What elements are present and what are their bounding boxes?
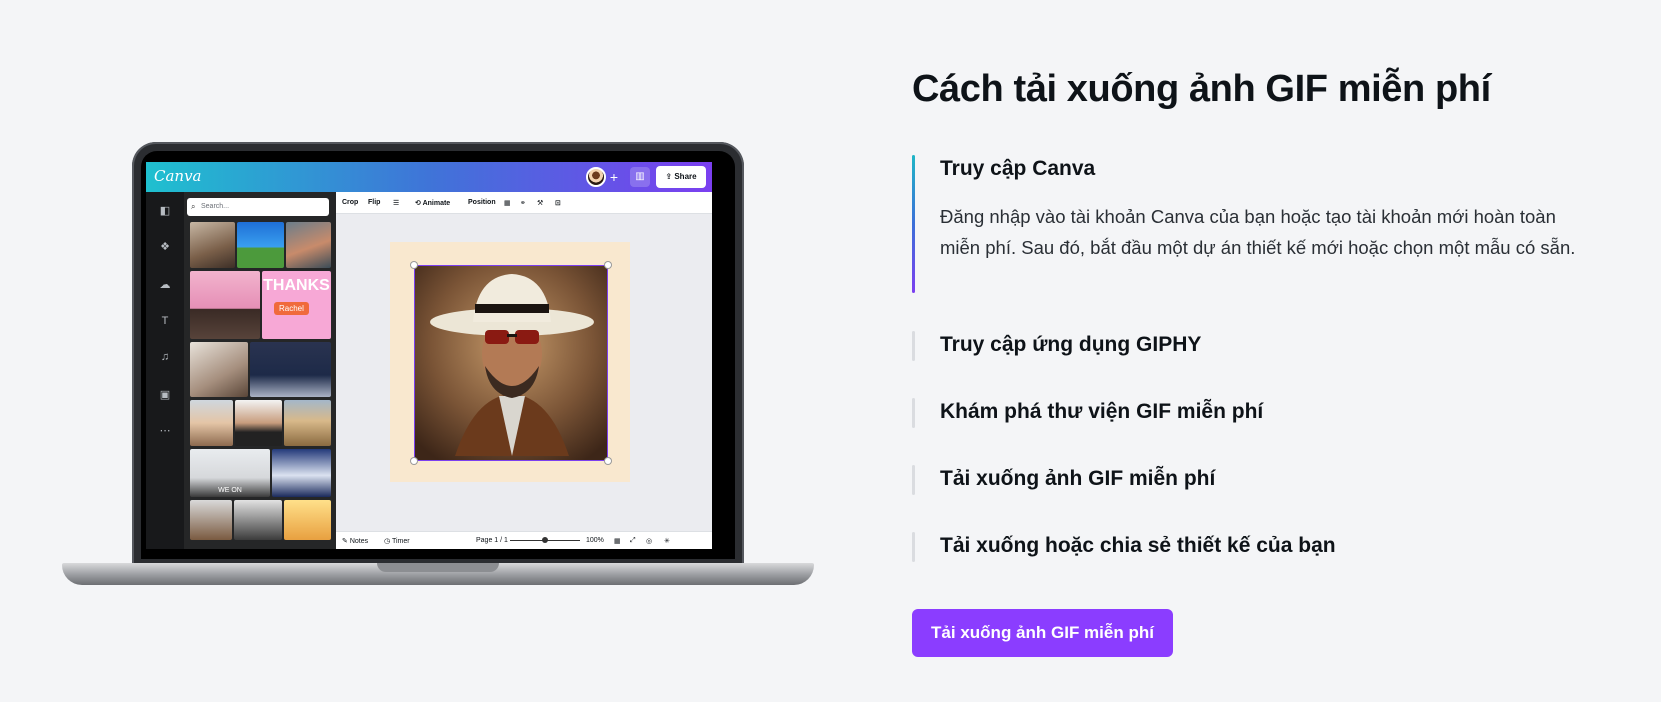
resize-handle [411, 458, 417, 464]
search-icon: ⌕ [191, 202, 196, 211]
download-gif-button[interactable]: Tải xuống ảnh GIF miễn phí [912, 609, 1173, 657]
menu-icon: ☰ [393, 200, 400, 207]
plus-icon: + [609, 169, 619, 185]
gif-thumbnail [250, 342, 331, 397]
animate-button: ⟲ Animate [415, 200, 451, 207]
step-indicator [912, 398, 915, 428]
zoom-level: 100% [586, 537, 604, 544]
layout-icon: ◧ [159, 205, 171, 217]
page-indicator: Page 1 / 1 [476, 537, 508, 544]
music-icon: ♫ [160, 351, 170, 363]
gif-thumbnail [284, 500, 331, 540]
editor-footer: ✎ Notes ◷ Timer Page 1 / 1 100% ▦ ⤢ ◎ ✳ [336, 531, 712, 549]
gif-thumbnail [190, 222, 235, 268]
man-in-hat-image [415, 266, 607, 460]
step-indicator [912, 465, 915, 495]
gif-thumbnail [190, 342, 248, 397]
grid-view-icon: ▦ [614, 538, 621, 545]
resize-handle [605, 458, 611, 464]
page-title: Cách tải xuống ảnh GIF miễn phí [912, 68, 1491, 110]
text-icon: T [161, 315, 169, 327]
gif-thumbnail [190, 271, 260, 339]
check-icon: ◎ [646, 538, 653, 545]
magic-icon: ✳ [664, 538, 670, 545]
zoom-slider-knob [542, 537, 548, 543]
gif-thumbnail: WE ON [190, 449, 270, 497]
app-side-rail: ◧ ❖ ☁ T ♫ ▣ ⋯ [146, 192, 184, 549]
video-icon: ▣ [159, 389, 171, 401]
design-canvas [390, 242, 630, 482]
notes-button: ✎ Notes [342, 538, 369, 545]
gif-thumbnail [284, 400, 331, 446]
timer-button: ◷ Timer [384, 538, 410, 545]
step-indicator-active [912, 155, 915, 293]
more-icon: ⋯ [159, 425, 171, 437]
editor-toolbar: Crop Flip ☰ ⟲ Animate Position ▦ ⚭ ⚒ ⊡ [336, 192, 712, 214]
upload-icon: ☁ [159, 279, 171, 291]
step-title: Truy cập Canva [940, 157, 1096, 180]
share-button: ⇪ Share [656, 166, 706, 188]
step-title: Truy cập ứng dụng GIPHY [940, 333, 1202, 356]
canva-app-screenshot: Canva + ▥ ⇪ Share ◧ ❖ ☁ T ♫ ▣ ⋯ ⌕ Search… [146, 162, 712, 549]
chart-icon: ▥ [630, 167, 650, 187]
flip-button: Flip [368, 199, 381, 206]
laptop-mockup: Canva + ▥ ⇪ Share ◧ ❖ ☁ T ♫ ▣ ⋯ ⌕ Search… [62, 142, 814, 586]
avatar [586, 167, 606, 187]
gif-thumbnail [190, 500, 232, 540]
step-description: Đăng nhập vào tài khoản Canva của bạn ho… [940, 206, 1576, 258]
gif-panel: ⌕ Search... THANKS Rachel WE ON [184, 192, 336, 549]
step-title: Tải xuống ảnh GIF miễn phí [940, 467, 1216, 490]
gif-thumbnail [234, 500, 282, 540]
position-button: Position [468, 199, 496, 206]
resize-handle [411, 262, 417, 268]
link-icon: ⚭ [520, 200, 526, 207]
step-indicator [912, 331, 915, 361]
elements-icon: ❖ [160, 241, 170, 253]
canvas-gif [414, 265, 608, 461]
transparency-icon: ▦ [504, 200, 511, 207]
crop-button: Crop [342, 199, 359, 206]
app-editor: Crop Flip ☰ ⟲ Animate Position ▦ ⚭ ⚒ ⊡ ✎… [336, 192, 712, 549]
step-indicator [912, 532, 915, 562]
gif-thumbnail [235, 400, 282, 446]
app-header: Canva + ▥ ⇪ Share [146, 162, 712, 192]
gif-thumbnail [190, 400, 233, 446]
step-title: Tải xuống hoặc chia sẻ thiết kế của bạn [940, 534, 1336, 557]
canva-logo: Canva [154, 167, 202, 185]
gif-thumbnail [286, 222, 331, 268]
fullscreen-icon: ⤢ [630, 537, 636, 544]
gif-thumbnail [272, 449, 331, 497]
collaborator-cursor: Rachel [274, 302, 309, 315]
gif-thumbnail [237, 222, 284, 268]
paint-icon: ⚒ [537, 200, 544, 207]
resize-handle [605, 262, 611, 268]
lock-icon: ⊡ [555, 200, 561, 207]
step-title: Khám phá thư viện GIF miễn phí [940, 400, 1264, 423]
laptop-notch [377, 563, 499, 572]
search-input: ⌕ Search... [187, 198, 329, 216]
